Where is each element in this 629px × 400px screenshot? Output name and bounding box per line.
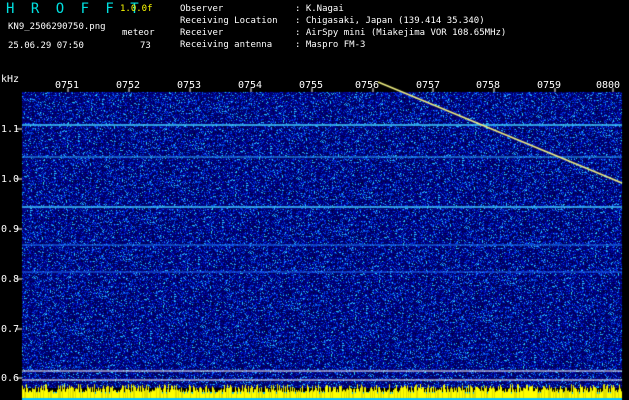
version-label: 1.0.0f (120, 4, 153, 14)
timestamp-label: 25.06.29 07:50 (8, 41, 84, 51)
filename-label: KN9_2506290750.png (8, 22, 106, 32)
time-tick: 0752 (116, 80, 141, 91)
time-tick: 0759 (537, 80, 562, 91)
time-tick: 0753 (177, 80, 202, 91)
receiver-label: Receiver (180, 28, 224, 38)
freq-tick: 0.8 (1, 274, 20, 285)
time-tick: 0751 (55, 80, 80, 91)
freq-tick: 0.6 (1, 373, 20, 384)
hrofft-window: H R O F F T 1.0.0f KN9_2506290750.png me… (0, 0, 629, 400)
time-tick: 0756 (355, 80, 380, 91)
location-value: : Chigasaki, Japan (139.414 35.340) (295, 16, 485, 26)
time-tick: 0755 (299, 80, 324, 91)
observer-value: : K.Nagai (295, 4, 344, 14)
freq-tick: 1.0 (1, 174, 20, 185)
waterfall-spectrogram (0, 0, 629, 400)
time-tick: 0758 (476, 80, 501, 91)
count-label: 73 (140, 41, 151, 51)
freq-tick: 0.9 (1, 224, 20, 235)
receiver-value: : AirSpy mini (Miakejima VOR 108.65MHz) (295, 28, 507, 38)
time-tick: 0757 (416, 80, 441, 91)
freq-tick: 1.1 (1, 124, 20, 135)
location-label: Receiving Location (180, 16, 278, 26)
mode-label: meteor (122, 28, 155, 38)
y-axis-unit: kHz (1, 74, 20, 85)
observer-label: Observer (180, 4, 224, 14)
time-tick: 0754 (238, 80, 263, 91)
antenna-value: : Maspro FM-3 (295, 40, 366, 50)
time-tick: 0800 (596, 80, 621, 91)
antenna-label: Receiving antenna (180, 40, 273, 50)
freq-tick: 0.7 (1, 324, 20, 335)
